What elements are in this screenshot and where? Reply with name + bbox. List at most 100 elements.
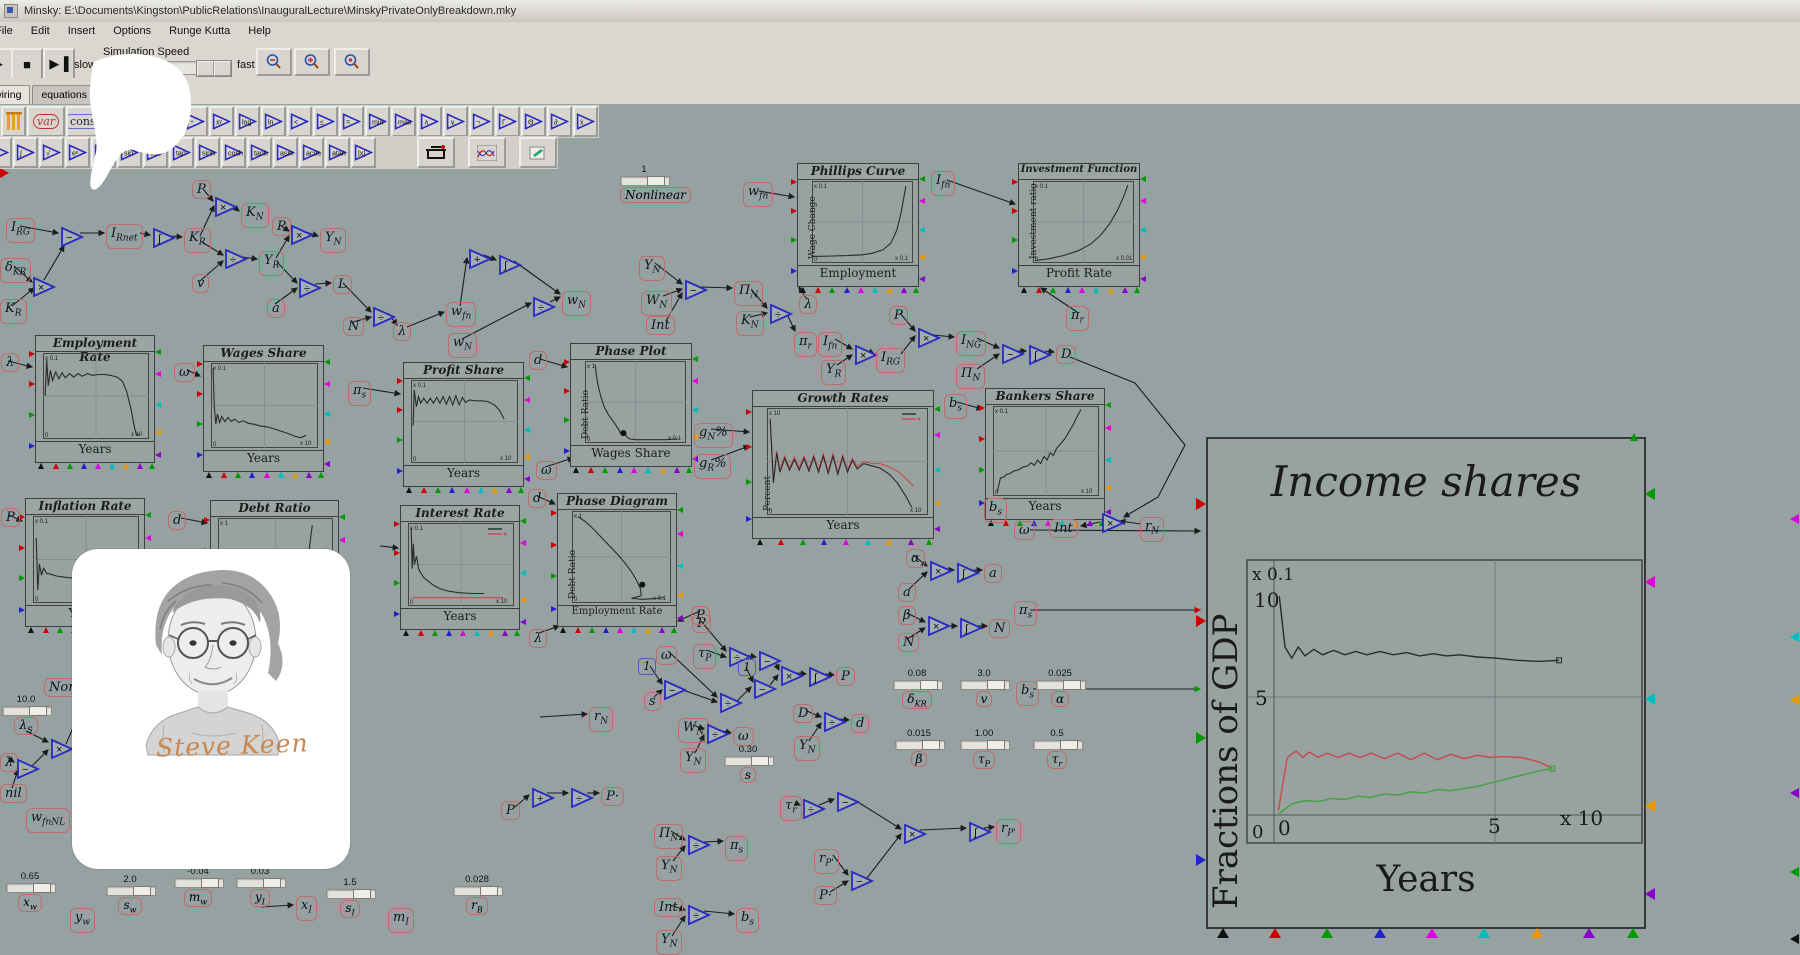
variable-wfnNL[interactable]: wfnNL <box>26 808 70 833</box>
operator-×[interactable]: × <box>32 276 56 303</box>
slider-track[interactable] <box>6 883 56 893</box>
slider-handle[interactable] <box>647 176 665 186</box>
godley-table-button[interactable] <box>1 106 26 137</box>
operator-∫[interactable]: ∫ <box>968 821 992 848</box>
operator-×[interactable]: × <box>929 560 953 587</box>
operator-÷[interactable]: ÷ <box>802 798 826 825</box>
variable-rN[interactable]: rN <box>589 707 613 732</box>
operator-×[interactable]: × <box>50 738 74 765</box>
variable-N[interactable]: N <box>343 317 364 336</box>
operator-−[interactable]: − <box>16 758 40 785</box>
variable-πs[interactable]: πs <box>348 381 371 406</box>
operator-×[interactable]: × <box>854 344 878 371</box>
variable-wN[interactable]: wN <box>448 333 477 358</box>
op-button-ln[interactable]: ln <box>91 137 116 168</box>
variable-λ[interactable]: λ <box>393 322 411 341</box>
variable-d[interactable]: d <box>529 351 547 370</box>
variable-IRG[interactable]: IRG <box>876 348 905 373</box>
variable-mI[interactable]: mI <box>388 908 414 933</box>
op-button-−[interactable]: − <box>131 106 156 137</box>
variable-P[interactable]: P <box>889 306 908 325</box>
slider-track[interactable] <box>2 706 52 716</box>
slider-track[interactable] <box>893 680 943 690</box>
variable-P[interactable]: P <box>836 667 855 686</box>
variable-τP[interactable]: τP <box>693 644 716 669</box>
op-button-sin[interactable]: sin <box>117 137 142 168</box>
slider-track[interactable] <box>895 740 945 750</box>
slider-handle[interactable] <box>201 878 219 888</box>
variable-Ifn[interactable]: Ifn <box>818 332 842 357</box>
operator-−[interactable]: − <box>684 279 708 306</box>
variable-ω[interactable]: ω <box>536 461 557 480</box>
plot-phillips-curve[interactable]: Phillips Curvex 0.1x 0.10EmploymentWage … <box>797 163 919 287</box>
operator-−[interactable]: − <box>758 650 782 677</box>
constant-button[interactable]: const <box>66 106 104 137</box>
menu-item-help[interactable]: Help <box>239 23 280 39</box>
slider-track[interactable] <box>236 878 286 888</box>
menu-item-runge-kutta[interactable]: Runge Kutta <box>160 23 239 39</box>
operator-÷[interactable]: ÷ <box>532 296 556 323</box>
op-button-eˣ[interactable]: eˣ <box>65 137 90 168</box>
slider-handle[interactable] <box>1060 740 1078 750</box>
operator-∫[interactable]: ∫ <box>959 617 983 644</box>
variable-β[interactable]: β <box>898 606 916 625</box>
variable-gN%[interactable]: gN% <box>694 423 733 448</box>
zoom-reset-button[interactable] <box>334 48 370 76</box>
op-button-∧[interactable]: ∧ <box>417 106 442 137</box>
op-button-min[interactable]: min <box>365 106 390 137</box>
slider-track[interactable] <box>326 889 376 899</box>
slider-handle[interactable] <box>987 680 1005 690</box>
variable-Int[interactable]: Int <box>654 898 683 917</box>
slider-handle[interactable] <box>29 706 47 716</box>
operator-×[interactable]: × <box>917 327 941 354</box>
slider-handle[interactable] <box>751 756 769 766</box>
operator-−[interactable]: − <box>60 226 84 253</box>
slider-track[interactable] <box>174 878 224 888</box>
constant-1[interactable]: 1 <box>738 659 756 676</box>
variable-a[interactable]: a <box>984 564 1002 583</box>
slider-track[interactable] <box>960 680 1010 690</box>
slider-λS[interactable]: 10.0λS <box>2 706 50 735</box>
op-button-∫[interactable]: ∫ <box>13 137 38 168</box>
slider-handle[interactable] <box>920 680 938 690</box>
slider-track[interactable] <box>1033 740 1083 750</box>
variable-ω[interactable]: ω <box>1014 521 1035 540</box>
op-button-Γ[interactable]: Γ <box>495 106 520 137</box>
variable-WN[interactable]: WN <box>641 291 672 316</box>
menu-item-options[interactable]: Options <box>104 23 160 39</box>
variable-L[interactable]: L <box>333 275 352 294</box>
slider-τP[interactable]: 1.00τP <box>960 740 1008 769</box>
operator-×[interactable]: × <box>927 615 951 642</box>
op-button-sinh[interactable]: sinh <box>195 137 220 168</box>
operator-÷[interactable]: ÷ <box>823 711 847 738</box>
variable-YN[interactable]: YN <box>639 256 665 281</box>
variable-IRG[interactable]: IRG <box>6 218 35 243</box>
variable-P[interactable]: P <box>192 180 211 199</box>
step-button[interactable]: ▶▐ <box>43 48 75 80</box>
variable-πr[interactable]: πr <box>1066 306 1089 331</box>
slider-rB[interactable]: 0.028rB <box>453 886 501 915</box>
variable-YN[interactable]: YN <box>656 930 682 955</box>
slider-handle[interactable] <box>987 740 1005 750</box>
op-button-log[interactable]: log <box>235 106 260 137</box>
variable-YR[interactable]: YR <box>821 360 846 385</box>
op-button-Θ[interactable]: Θ <box>521 106 546 137</box>
operator-×[interactable]: × <box>903 823 927 850</box>
slider-v[interactable]: 3.0v <box>960 680 1008 707</box>
op-button-asin[interactable]: asin <box>273 137 298 168</box>
slider-handle[interactable] <box>480 886 498 896</box>
variable-a[interactable]: a <box>898 583 916 602</box>
plot-profit-share[interactable]: Profit Sharex 0.1x 100Years <box>403 362 524 487</box>
simulation-speed-slider[interactable] <box>97 61 232 75</box>
variable-bs[interactable]: bs <box>736 908 759 933</box>
slider-track[interactable] <box>724 756 774 766</box>
op-button-+[interactable]: + <box>105 106 130 137</box>
operator-−[interactable]: − <box>1001 343 1025 370</box>
operator-−[interactable]: − <box>836 791 860 818</box>
slider-sw[interactable]: 2.0sw <box>106 886 154 915</box>
slider-handle[interactable] <box>1063 680 1081 690</box>
variable-ω[interactable]: ω <box>656 646 677 665</box>
variable-d[interactable]: d <box>168 511 186 530</box>
plot-widget-button[interactable] <box>468 137 506 168</box>
operator-÷[interactable]: ÷ <box>687 904 711 931</box>
